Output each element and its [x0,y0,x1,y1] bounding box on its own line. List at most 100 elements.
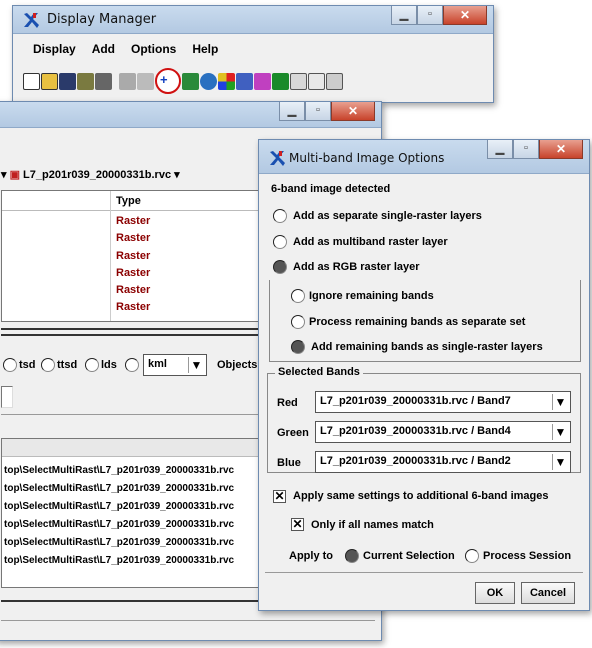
process-remaining-label: Process remaining bands as separate set [309,316,526,328]
red-band-label: Red [277,397,298,409]
chevron-down-icon: ▼ [552,424,568,440]
chevron-down-icon: ▼ [188,357,204,373]
path-row[interactable]: top\SelectMultiRast\L7_p201r039_20000331… [4,501,234,512]
path-row[interactable]: top\SelectMultiRast\L7_p201r039_20000331… [4,555,234,566]
multiband-layer-label: Add as multiband raster layer [293,236,448,248]
apply-same-label: Apply same settings to additional 6-band… [293,490,549,502]
maximize-button[interactable]: ▫ [305,102,331,121]
menu-options[interactable]: Options [123,40,184,60]
layer-type: Raster [116,232,151,244]
add-remaining-radio[interactable] [291,340,305,354]
menu-add[interactable]: Add [84,40,123,60]
format-kml-dropdown[interactable]: kml ▼ [143,354,207,376]
new-doc-icon[interactable] [23,72,40,90]
path-row[interactable]: top\SelectMultiRast\L7_p201r039_20000331… [4,537,234,548]
objects-label: Objects [217,359,258,371]
current-selection-radio[interactable] [345,549,359,563]
file-icon: ▣ [9,169,20,181]
path-row[interactable]: top\SelectMultiRast\L7_p201r039_20000331… [4,483,234,494]
scale-icon[interactable] [290,72,307,90]
add-raster-icon[interactable] [182,72,199,90]
only-if-names-match-checkbox[interactable]: ✕ [291,518,304,531]
file-selector[interactable]: ▾ ▣ L7_p201r039_20000331b.rvc ▾ [1,168,180,181]
doc-icon[interactable] [308,72,325,90]
file-name: L7_p201r039_20000331b.rvc [23,169,172,181]
window-title: Display Manager [47,12,157,27]
format-lds-label: lds [101,359,117,371]
add-remaining-label: Add remaining bands as single-raster lay… [311,341,543,353]
blue-band-dropdown[interactable]: L7_p201r039_20000331b.rvc / Band2 ▼ [315,451,571,473]
tntmips-app-icon [24,13,39,28]
separate-layers-radio[interactable] [273,209,287,223]
close-button[interactable]: ✕ [331,102,375,121]
maximize-button[interactable]: ▫ [417,6,443,25]
table-icon[interactable] [326,72,343,90]
detected-message: 6-band image detected [271,183,391,195]
display-manager-window: Display Manager ▁ ▫ ✕ Display Add Option… [12,5,494,103]
layer-type: Raster [116,301,151,313]
minimize-button[interactable]: ▁ [487,140,513,159]
color-grid-icon[interactable] [218,72,235,90]
format-lds-radio[interactable] [85,358,99,372]
ignore-remaining-radio[interactable] [291,289,305,303]
shapes-icon[interactable] [236,72,253,90]
cancel-button[interactable]: Cancel [521,582,575,604]
print-setup-icon[interactable] [77,72,94,90]
minimize-button[interactable]: ▁ [279,102,305,121]
print-icon[interactable] [95,72,112,90]
blue-band-label: Blue [277,457,301,469]
display-manager-titlebar[interactable]: Display Manager ▁ ▫ ✕ [13,6,493,34]
maximize-button[interactable]: ▫ [513,140,539,159]
disabled-icon [119,72,136,90]
rgb-layer-radio[interactable] [273,260,287,274]
dialog-titlebar[interactable]: Multi-band Image Options ▁ ▫ ✕ [259,140,589,174]
format-tsd-radio[interactable] [3,358,17,372]
process-session-radio[interactable] [465,549,479,563]
path-field[interactable] [1,386,13,408]
close-button[interactable]: ✕ [539,140,583,159]
minimize-button[interactable]: ▁ [391,6,417,25]
current-selection-label: Current Selection [363,550,455,562]
menu-bar: Display Add Options Help [25,40,226,60]
add-layer-icon[interactable]: + [155,68,181,94]
disabled-icon [137,72,154,90]
rgb-layer-label: Add as RGB raster layer [293,261,420,273]
format-ttsd-label: ttsd [57,359,78,371]
layer-manager-titlebar[interactable]: ▁ ▫ ✕ [0,102,381,128]
multiband-options-dialog: Multi-band Image Options ▁ ▫ ✕ 6-band im… [258,139,590,611]
red-band-dropdown[interactable]: L7_p201r039_20000331b.rvc / Band7 ▼ [315,391,571,413]
menu-display[interactable]: Display [25,40,84,60]
globe-icon[interactable] [200,72,217,90]
dialog-title: Multi-band Image Options [289,151,445,165]
separate-layers-label: Add as separate single-raster layers [293,210,482,222]
open-folder-icon[interactable] [41,72,58,90]
green-band-dropdown[interactable]: L7_p201r039_20000331b.rvc / Band4 ▼ [315,421,571,443]
multiband-layer-radio[interactable] [273,235,287,249]
only-if-names-match-label: Only if all names match [311,519,434,531]
path-row[interactable]: top\SelectMultiRast\L7_p201r039_20000331… [4,465,234,476]
ok-button[interactable]: OK [475,582,515,604]
save-icon[interactable] [59,72,76,90]
tree-icon[interactable] [272,72,289,90]
close-button[interactable]: ✕ [443,6,487,25]
apply-to-label: Apply to [289,550,333,562]
grid-icon[interactable] [254,72,271,90]
ignore-remaining-label: Ignore remaining bands [309,290,434,302]
format-tsd-label: tsd [19,359,36,371]
format-kml-radio[interactable] [125,358,139,372]
tntmips-app-icon [270,151,285,166]
layer-type: Raster [116,215,151,227]
green-band-label: Green [277,427,309,439]
process-remaining-radio[interactable] [291,315,305,329]
layer-type: Raster [116,267,151,279]
chevron-down-icon: ▼ [552,394,568,410]
apply-same-checkbox[interactable]: ✕ [273,490,286,503]
layer-type: Raster [116,284,151,296]
menu-help[interactable]: Help [184,40,226,60]
chevron-down-icon: ▼ [552,454,568,470]
type-column-header[interactable]: Type [116,195,141,207]
format-ttsd-radio[interactable] [41,358,55,372]
layer-type: Raster [116,250,151,262]
path-row[interactable]: top\SelectMultiRast\L7_p201r039_20000331… [4,519,234,530]
toolbar: + [23,68,343,94]
